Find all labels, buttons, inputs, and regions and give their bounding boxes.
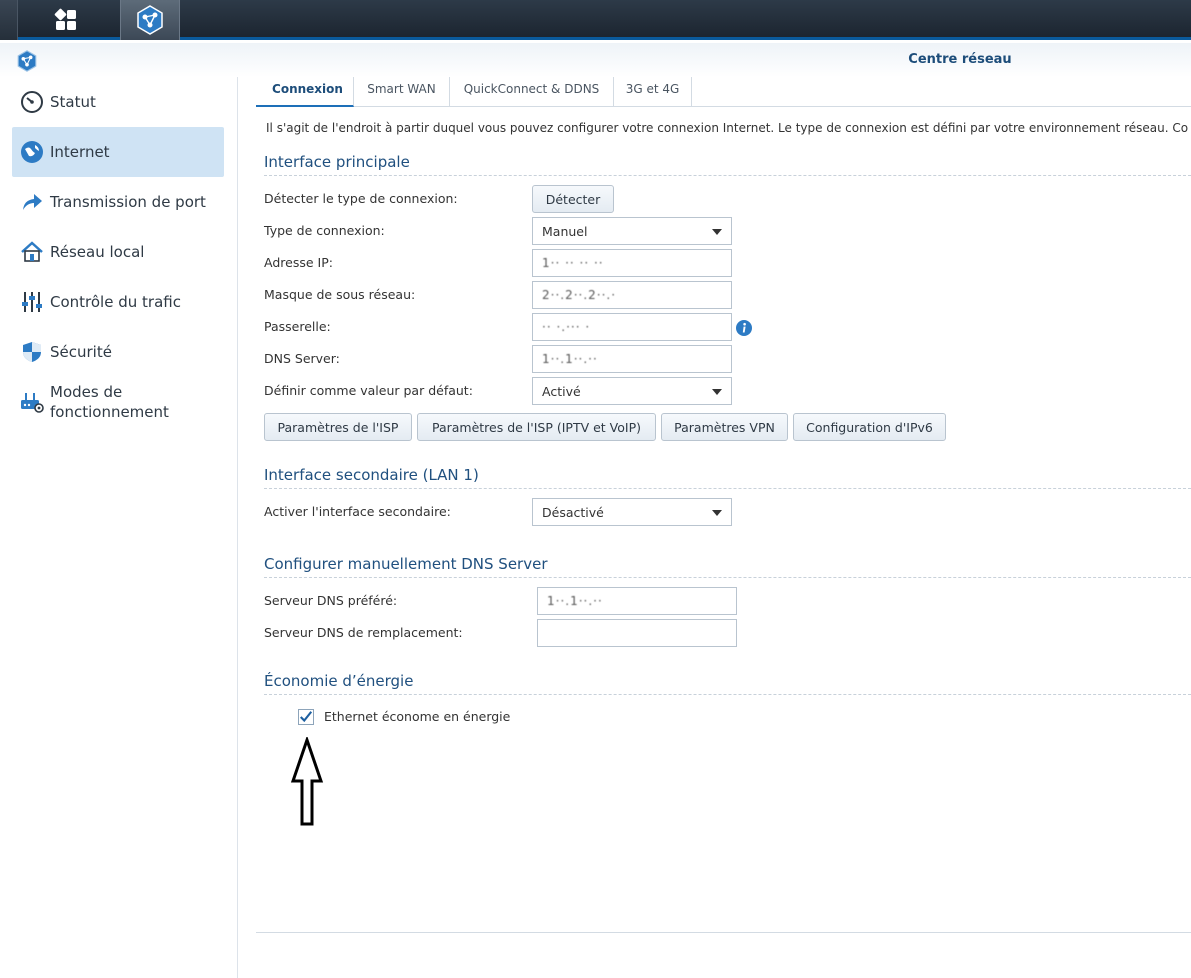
vpn-settings-button[interactable]: Paramètres VPN [661, 413, 788, 441]
connection-type-select[interactable]: Manuel [532, 217, 732, 245]
sidebar-item-statut[interactable]: Statut [12, 77, 224, 127]
alternate-dns-label: Serveur DNS de remplacement: [264, 625, 463, 640]
subnet-mask-field[interactable]: 2··.2··.2··.· [532, 281, 732, 309]
main-menu-button[interactable] [36, 0, 96, 40]
app-logo-icon [16, 50, 38, 76]
connection-type-value: Manuel [542, 223, 588, 239]
sidebar-item-label: Réseau local [50, 243, 145, 261]
tab-3g-4g[interactable]: 3G et 4G [614, 77, 692, 107]
isp-settings-button[interactable]: Paramètres de l'ISP [264, 413, 412, 441]
up-arrow-icon [290, 737, 324, 826]
subnet-mask-label: Masque de sous réseau: [264, 287, 416, 302]
router-gear-icon [20, 390, 44, 414]
sidebar-item-label: Sécurité [50, 343, 112, 361]
sidebar-item-label: Statut [50, 93, 96, 111]
alternate-dns-field[interactable] [537, 619, 737, 647]
sidebar-item-label: Modes de fonctionnement [50, 383, 169, 421]
ip-address-field[interactable]: 1·· ·· ·· ·· [532, 249, 732, 277]
gauge-icon [20, 90, 44, 114]
taskbar-network-center[interactable] [120, 0, 180, 40]
set-default-value: Activé [542, 383, 581, 399]
sidebar: Statut Internet Transmission de port Rés… [0, 77, 238, 978]
detect-button[interactable]: Détecter [532, 185, 614, 213]
tab-smart-wan[interactable]: Smart WAN [354, 77, 450, 107]
gateway-field[interactable]: ·· ·.··· · [532, 313, 732, 341]
chevron-down-icon [712, 510, 722, 516]
sidebar-item-label: Internet [50, 143, 110, 161]
ip-address-label: Adresse IP: [264, 255, 333, 270]
tab-connexion[interactable]: Connexion [256, 77, 354, 107]
connection-type-label: Type de connexion: [264, 223, 385, 238]
chevron-down-icon [712, 389, 722, 395]
preferred-dns-field[interactable]: 1··.1··.·· [537, 587, 737, 615]
chevron-down-icon [712, 229, 722, 235]
shield-icon [20, 340, 44, 364]
window-titlebar[interactable]: Centre réseau [0, 43, 1191, 77]
preferred-dns-value: 1··.1··.·· [547, 594, 603, 608]
sliders-icon [20, 290, 44, 314]
sidebar-item-label: Contrôle du trafic [50, 293, 181, 311]
dns-server-field[interactable]: 1··.1··.·· [532, 345, 732, 373]
dns-server-label: DNS Server: [264, 351, 340, 366]
gateway-label: Passerelle: [264, 319, 331, 334]
section-title-secondary: Interface secondaire (LAN 1) [264, 466, 1191, 489]
sidebar-item-internet[interactable]: Internet [12, 127, 224, 177]
set-default-label: Définir comme valeur par défaut: [264, 383, 473, 398]
window-title: Centre réseau [908, 52, 1012, 67]
isp-iptv-voip-settings-button[interactable]: Paramètres de l'ISP (IPTV et VoIP) [417, 413, 656, 441]
section-title-energy: Économie d’énergie [264, 672, 1191, 695]
section-title-manual-dns: Configurer manuellement DNS Server [264, 555, 1191, 578]
page-description: Il s'agit de l'endroit à partir duquel v… [266, 121, 1189, 135]
globe-icon [20, 140, 44, 164]
grid-icon [54, 8, 76, 30]
sidebar-item-traffic-control[interactable]: Contrôle du trafic [12, 277, 224, 327]
info-icon[interactable] [736, 320, 752, 340]
preferred-dns-label: Serveur DNS préféré: [264, 593, 398, 608]
sidebar-item-local-network[interactable]: Réseau local [12, 227, 224, 277]
tab-bar: Connexion Smart WAN QuickConnect & DDNS … [256, 77, 1191, 107]
sidebar-item-port-forwarding[interactable]: Transmission de port [12, 177, 224, 227]
footer-divider [256, 932, 1191, 933]
main-content: Connexion Smart WAN QuickConnect & DDNS … [256, 77, 1191, 978]
detect-label: Détecter le type de connexion: [264, 191, 458, 206]
secondary-enable-value: Désactivé [542, 504, 604, 520]
checkmark-icon [300, 711, 313, 723]
dns-server-value: 1··.1··.·· [542, 352, 598, 366]
gateway-value: ·· ·.··· · [542, 320, 591, 334]
tab-quickconnect-ddns[interactable]: QuickConnect & DDNS [450, 77, 614, 107]
house-icon [20, 240, 44, 264]
taskbar-show-desktop[interactable] [0, 0, 18, 40]
sidebar-item-label: Transmission de port [50, 193, 206, 211]
set-default-select[interactable]: Activé [532, 377, 732, 405]
subnet-mask-value: 2··.2··.2··.· [542, 288, 617, 302]
secondary-enable-select[interactable]: Désactivé [532, 498, 732, 526]
network-center-icon [137, 5, 163, 35]
secondary-enable-label: Activer l'interface secondaire: [264, 504, 451, 519]
sidebar-item-operation-modes[interactable]: Modes de fonctionnement [12, 377, 224, 427]
ipv6-config-button[interactable]: Configuration d'IPv6 [793, 413, 946, 441]
section-title-primary: Interface principale [264, 153, 1191, 176]
ip-address-value: 1·· ·· ·· ·· [542, 256, 604, 270]
energy-ethernet-label: Ethernet économe en énergie [324, 709, 511, 724]
energy-ethernet-checkbox[interactable] [298, 709, 314, 725]
sidebar-item-security[interactable]: Sécurité [12, 327, 224, 377]
taskbar [0, 0, 1191, 40]
forward-arrow-icon [20, 190, 44, 214]
